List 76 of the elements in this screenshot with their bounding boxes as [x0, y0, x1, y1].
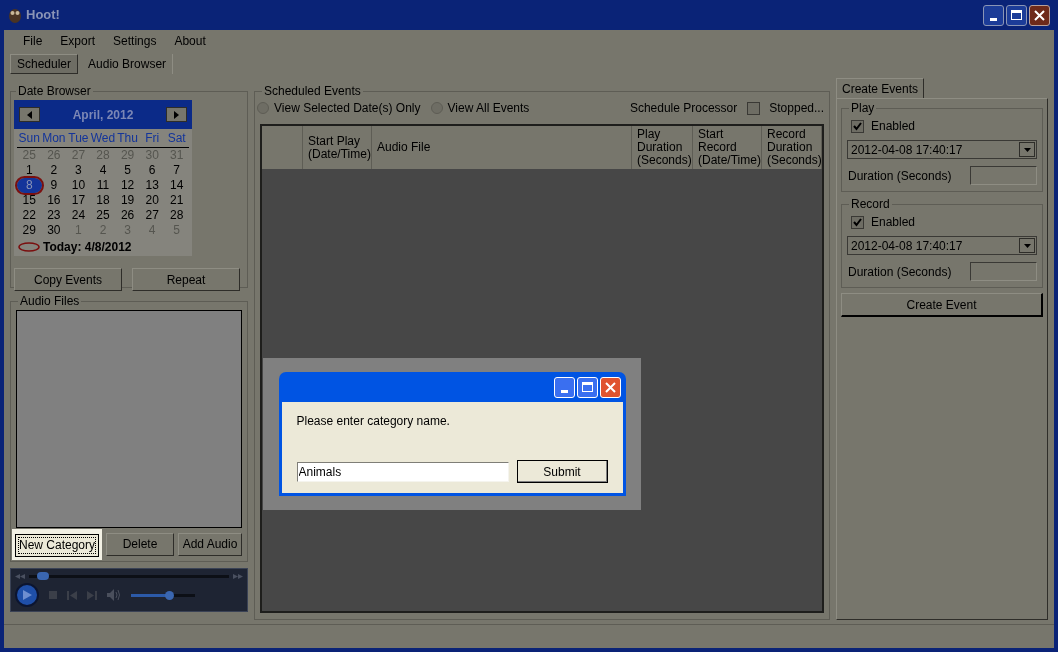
checkbox-label[interactable]: Stopped...: [769, 99, 824, 117]
new-category-button[interactable]: New Category: [15, 533, 99, 557]
calendar-day[interactable]: 19: [115, 193, 140, 208]
category-name-field[interactable]: Animals: [296, 461, 509, 482]
window-title: Hoot!: [26, 6, 61, 25]
datetime-picker[interactable]: 2012-04-08 17:40:17: [847, 140, 1037, 159]
calendar-day[interactable]: 27: [139, 208, 165, 223]
checkbox-label[interactable]: Enabled: [871, 213, 916, 231]
today-label: Today: 4/8/2012: [43, 239, 132, 256]
column-header[interactable]: Start Play (Date/Time): [303, 126, 372, 169]
calendar-day[interactable]: 1: [17, 163, 42, 178]
calendar-day[interactable]: 16: [41, 193, 67, 208]
calendar-day[interactable]: 5: [115, 163, 140, 178]
tab[interactable]: Create Events: [836, 78, 925, 98]
weekday-label: Thu: [116, 130, 139, 147]
calendar-day[interactable]: 13: [139, 178, 165, 193]
create-event-button[interactable]: Create Event: [841, 293, 1043, 317]
calendar-day[interactable]: 2: [41, 163, 67, 178]
calendar-day[interactable]: 6: [139, 163, 165, 178]
tab[interactable]: Audio Browser: [82, 54, 174, 74]
weekday-label: Fri: [144, 130, 161, 147]
group-label: Audio Files: [19, 293, 81, 310]
duration-label: Duration (Seconds): [848, 263, 952, 281]
column-header[interactable]: Play Duration (Seconds): [632, 126, 693, 169]
calendar-day[interactable]: 30: [41, 223, 67, 238]
group-label: Date Browser: [17, 83, 92, 100]
calendar-day[interactable]: 4: [90, 163, 116, 178]
column-header[interactable]: Audio File: [372, 126, 632, 169]
column-header[interactable]: Start Record (Date/Time): [693, 126, 762, 169]
calendar-day[interactable]: 21: [164, 193, 189, 208]
weekday-label: Sun: [17, 130, 41, 147]
menu-item[interactable]: About: [174, 32, 206, 50]
calendar-day[interactable]: 12: [115, 178, 140, 193]
group-label: Scheduled Events: [263, 83, 362, 100]
weekday-label: Wed: [90, 130, 116, 147]
calendar-day[interactable]: 14: [164, 178, 189, 193]
calendar-day[interactable]: 17: [66, 193, 91, 208]
calendar-action-button[interactable]: Copy Events: [14, 268, 122, 291]
calendar-day[interactable]: 29: [17, 223, 42, 238]
calendar-day[interactable]: 25: [90, 208, 116, 223]
datetime-picker[interactable]: 2012-04-08 17:40:17: [847, 236, 1037, 255]
menu-item[interactable]: File: [23, 32, 43, 50]
weekday-label: Sat: [166, 130, 187, 147]
radio-label[interactable]: View All Events: [447, 99, 530, 117]
calendar-day[interactable]: 28: [164, 208, 189, 223]
menu-item[interactable]: Export: [60, 32, 96, 50]
calendar-day[interactable]: 22: [17, 208, 42, 223]
calendar-day[interactable]: 24: [66, 208, 91, 223]
audio-action-button[interactable]: Add Audio: [178, 532, 242, 556]
processor-label: Schedule Processor: [629, 100, 738, 117]
menu-item[interactable]: Settings: [113, 32, 157, 50]
calendar-day[interactable]: 26: [115, 208, 140, 223]
weekday-label: Mon: [41, 130, 67, 147]
calendar-day[interactable]: 10: [66, 178, 91, 193]
dialog-message: Please enter category name.: [296, 413, 451, 430]
calendar-day[interactable]: 18: [90, 193, 116, 208]
audio-action-button[interactable]: Delete: [106, 532, 174, 556]
group-label: Play: [850, 100, 876, 117]
weekday-label: Tue: [67, 130, 90, 147]
calendar-day[interactable]: 15: [17, 193, 42, 208]
calendar-day[interactable]: 3: [66, 163, 91, 178]
calendar-day[interactable]: 7: [164, 163, 189, 178]
column-header[interactable]: Record Duration (Seconds): [762, 126, 822, 169]
submit-button[interactable]: Submit: [516, 460, 608, 483]
tab[interactable]: Scheduler: [10, 54, 79, 74]
duration-label: Duration (Seconds): [848, 167, 952, 185]
month-label: April, 2012: [72, 106, 134, 124]
radio-label[interactable]: View Selected Date(s) Only: [274, 99, 421, 117]
checkbox-label[interactable]: Enabled: [871, 117, 916, 135]
calendar-day[interactable]: 8: [17, 178, 42, 193]
group-label: Record: [850, 196, 891, 213]
calendar-day[interactable]: 23: [41, 208, 67, 223]
calendar-day[interactable]: 11: [90, 178, 116, 193]
calendar-day[interactable]: 20: [139, 193, 165, 208]
calendar-action-button[interactable]: Repeat: [132, 268, 240, 291]
calendar-day[interactable]: 9: [41, 178, 67, 193]
